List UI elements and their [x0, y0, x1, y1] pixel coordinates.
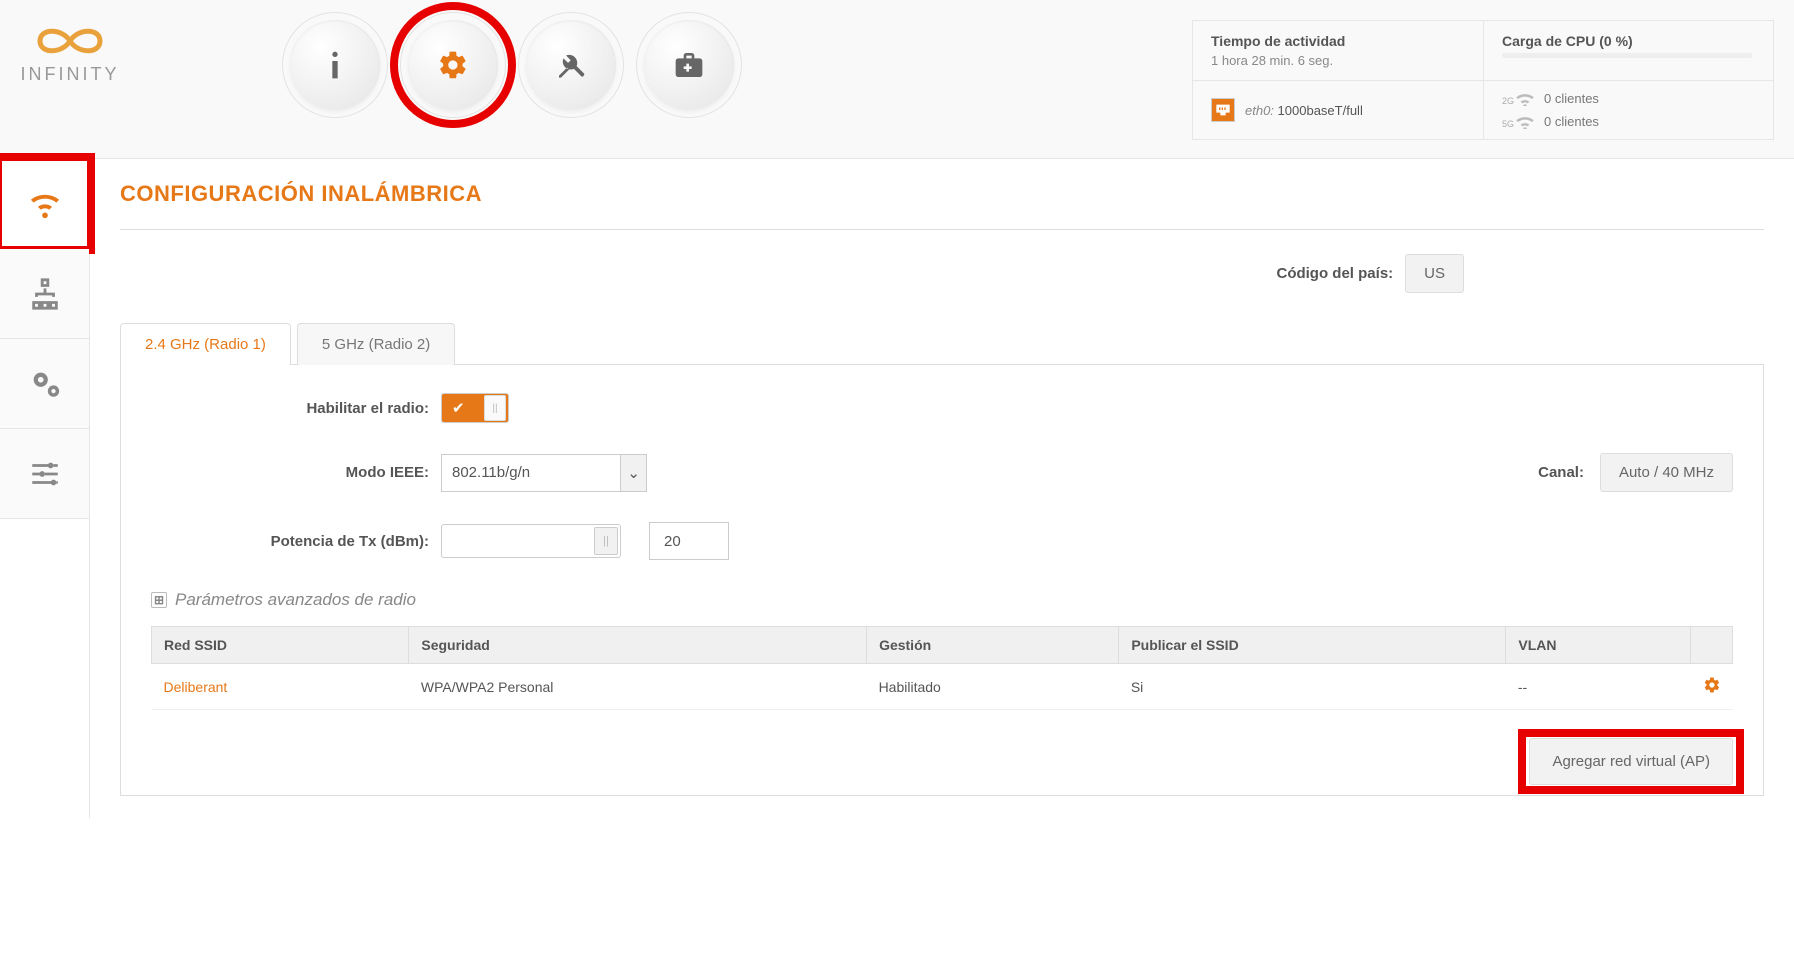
gears-icon	[28, 367, 62, 401]
clients-cell: 2G 0 clientes 5G 0 clientes	[1483, 81, 1773, 139]
tx-power-value[interactable]: 20	[649, 522, 729, 560]
table-header-row: Red SSID Seguridad Gestión Publicar el S…	[152, 627, 1733, 664]
slider-thumb[interactable]: ||	[594, 527, 618, 555]
nav-settings-button[interactable]	[408, 20, 498, 110]
th-publish: Publicar el SSID	[1119, 627, 1506, 664]
uptime-value: 1 hora 28 min. 6 seg.	[1211, 53, 1465, 68]
row-settings-button[interactable]	[1691, 664, 1733, 710]
briefcase-medical-icon	[673, 49, 705, 81]
country-label: Código del país:	[1276, 265, 1393, 282]
tools-icon	[555, 49, 587, 81]
tx-power-label: Potencia de Tx (dBm):	[151, 533, 441, 550]
ieee-mode-select[interactable]: 802.11b/g/n ⌄	[441, 454, 647, 492]
add-vap-label: Agregar red virtual (AP)	[1552, 753, 1710, 770]
add-vap-button[interactable]: Agregar red virtual (AP)	[1529, 738, 1733, 785]
divider	[120, 229, 1764, 230]
tab-radio-1[interactable]: 2.4 GHz (Radio 1)	[120, 323, 291, 365]
cpu-bar	[1502, 53, 1752, 58]
eth-if: eth0:	[1245, 103, 1274, 118]
nav-info-button[interactable]	[290, 20, 380, 110]
infinity-icon	[20, 20, 120, 62]
sliders-icon	[28, 457, 62, 491]
cpu-cell: Carga de CPU (0 %)	[1483, 21, 1773, 80]
country-select[interactable]: US	[1405, 254, 1464, 293]
enable-radio-toggle[interactable]: ✔ ||	[441, 393, 509, 423]
th-actions	[1691, 627, 1733, 664]
th-security: Seguridad	[409, 627, 867, 664]
sidebar-item-network[interactable]	[0, 249, 89, 339]
tab-body: Habilitar el radio: ✔ || Modo IEEE: 802.…	[120, 364, 1764, 796]
uptime-cell: Tiempo de actividad 1 hora 28 min. 6 seg…	[1193, 21, 1483, 80]
status-panel-bottom: eth0: 1000baseT/full 2G 0 clientes 5G 0 …	[1192, 81, 1774, 140]
ssid-table: Red SSID Seguridad Gestión Publicar el S…	[151, 626, 1733, 710]
sidebar-item-system[interactable]	[0, 429, 89, 519]
cell-security: WPA/WPA2 Personal	[409, 664, 867, 710]
sidebar-item-wireless[interactable]	[0, 159, 89, 249]
status-panel: Tiempo de actividad 1 hora 28 min. 6 seg…	[1192, 20, 1774, 81]
gear-icon	[437, 49, 469, 81]
chevron-down-icon: ⌄	[620, 455, 646, 491]
eth-status: eth0: 1000baseT/full	[1193, 81, 1483, 139]
wifi-icon	[1514, 92, 1536, 106]
advanced-params-label: Parámetros avanzados de radio	[175, 590, 416, 610]
country-row: Código del país: US	[120, 254, 1764, 293]
ieee-mode-value: 802.11b/g/n	[452, 464, 530, 481]
nav-tools-button[interactable]	[526, 20, 616, 110]
th-vlan: VLAN	[1506, 627, 1691, 664]
sidebar	[0, 159, 90, 818]
info-icon	[319, 49, 351, 81]
radio-tabs: 2.4 GHz (Radio 1) 5 GHz (Radio 2)	[120, 323, 1764, 365]
band-5g-label: 5G	[1502, 119, 1514, 129]
th-mgmt: Gestión	[867, 627, 1119, 664]
cell-publish: Si	[1119, 664, 1506, 710]
cell-mgmt: Habilitado	[867, 664, 1119, 710]
tx-power-slider[interactable]: ||	[441, 524, 621, 558]
th-ssid: Red SSID	[152, 627, 409, 664]
main-content: CONFIGURACIÓN INALÁMBRICA Código del paí…	[90, 159, 1794, 818]
brand-logo: INFINITY	[20, 20, 120, 85]
advanced-params-toggle[interactable]: ⊞ Parámetros avanzados de radio	[151, 590, 1733, 610]
wifi-icon	[28, 187, 62, 221]
enable-radio-label: Habilitar el radio:	[151, 400, 441, 417]
cell-vlan: --	[1506, 664, 1691, 710]
app-header: INFINITY Tiempo de actividad 1 hora 28 m…	[0, 0, 1794, 159]
table-row: Deliberant WPA/WPA2 Personal Habilitado …	[152, 664, 1733, 710]
tab-radio-2[interactable]: 5 GHz (Radio 2)	[297, 323, 455, 365]
eth-speed: 1000baseT/full	[1278, 103, 1363, 118]
network-icon	[28, 277, 62, 311]
cpu-label: Carga de CPU (0 %)	[1502, 33, 1755, 49]
clients-2g: 0 clientes	[1544, 91, 1599, 106]
highlight-annotation	[390, 2, 516, 128]
toggle-knob: ||	[484, 395, 506, 421]
channel-label: Canal:	[1538, 464, 1584, 481]
ethernet-icon	[1211, 98, 1235, 122]
expand-icon: ⊞	[151, 592, 167, 608]
channel-select[interactable]: Auto / 40 MHz	[1600, 453, 1733, 492]
sidebar-item-services[interactable]	[0, 339, 89, 429]
wifi-icon	[1514, 115, 1536, 129]
nav-support-button[interactable]	[644, 20, 734, 110]
ieee-mode-label: Modo IEEE:	[151, 464, 441, 481]
uptime-label: Tiempo de actividad	[1211, 33, 1465, 49]
gear-icon	[1703, 676, 1721, 694]
page-title: CONFIGURACIÓN INALÁMBRICA	[120, 181, 1764, 229]
clients-5g: 0 clientes	[1544, 114, 1599, 129]
ssid-link[interactable]: Deliberant	[164, 679, 228, 695]
check-icon: ✔	[452, 399, 465, 417]
header-nav	[290, 20, 734, 110]
band-2g-label: 2G	[1502, 96, 1514, 106]
brand-text: INFINITY	[21, 64, 120, 85]
